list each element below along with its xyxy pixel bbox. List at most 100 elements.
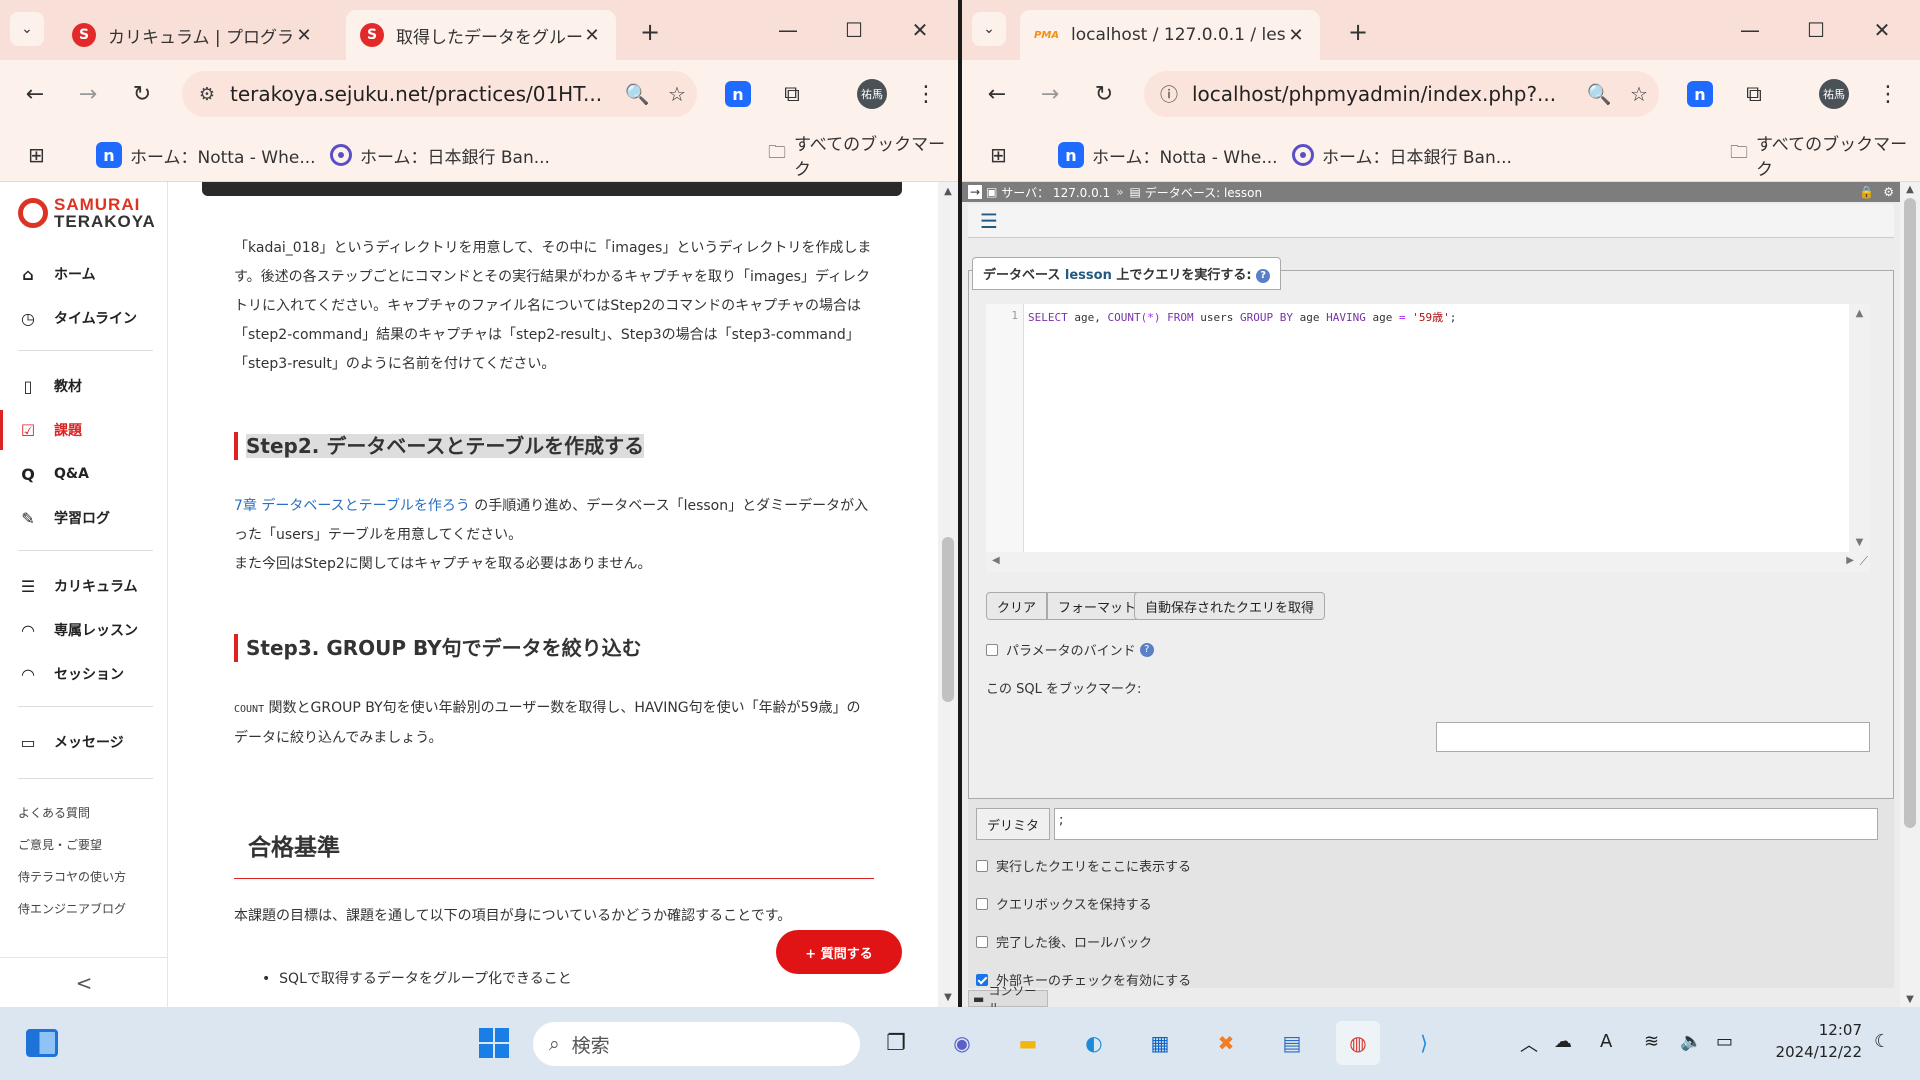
maximize-button[interactable]: ☐ [1788,10,1844,50]
help-icon[interactable]: ? [1139,642,1154,657]
teams-chat-icon[interactable]: ◉ [940,1021,984,1065]
site-info-icon[interactable]: ⓘ [1152,77,1186,111]
link-blog[interactable]: 侍エンジニアブログ [18,900,126,917]
reload-button[interactable]: ↻ [1084,74,1124,114]
apps-icon[interactable]: ⊞ [28,140,45,170]
ime-indicator[interactable]: A [1600,1031,1612,1052]
link-chapter7[interactable]: 7章 データベースとテーブルを作ろう [234,498,470,514]
sidebar-item-qa[interactable]: Q Q&A [0,454,168,494]
widgets-icon[interactable] [20,1021,64,1065]
resize-handle-icon[interactable]: ⟋ [1860,554,1868,569]
address-bar[interactable]: ⚙ terakoya.sejuku.net/practices/01HT... … [182,71,697,117]
bookmark-boj[interactable]: ホーム：日本銀行 Ban... [330,140,550,170]
address-bar[interactable]: ⓘ localhost/phpmyadmin/index.php?... 🔍 ☆ [1144,71,1659,117]
notta-extension-icon[interactable]: n [1680,74,1720,114]
all-bookmarks[interactable]: 🗀 すべてのブックマーク [1730,135,1920,180]
all-bookmarks[interactable]: 🗀 すべてのブックマーク [768,135,958,180]
sidebar-item-session[interactable]: ◠ セッション [0,654,168,694]
minimize-button[interactable]: — [760,10,816,50]
profile-avatar[interactable]: 祐馬 [1814,74,1854,114]
bookmark-boj[interactable]: ホーム：日本銀行 Ban... [1292,140,1512,170]
onedrive-icon[interactable]: ☁ [1554,1031,1572,1052]
forward-button[interactable]: → [1030,74,1070,114]
sidebar-item-curriculum[interactable]: ☰ カリキュラム [0,566,168,606]
page-scrollbar[interactable]: ▲ ▼ [1900,182,1920,1007]
tab-grouping[interactable]: S 取得したデータをグループ化しよう ✕ [346,10,616,60]
extensions-icon[interactable]: ⧉ [772,74,812,114]
tab-phpmyadmin[interactable]: PMA localhost / 127.0.0.1 / lesson | php… [1020,10,1320,60]
link-feedback[interactable]: ご意見・ご要望 [18,836,102,853]
bookmark-input[interactable] [1436,722,1870,752]
new-tab-button[interactable]: + [1338,14,1378,50]
close-tab-icon[interactable]: ✕ [582,25,602,46]
back-button[interactable]: ← [977,74,1017,114]
format-button[interactable]: フォーマット [1047,592,1148,620]
autosave-query-button[interactable]: 自動保存されたクエリを取得 [1134,592,1326,620]
profile-avatar[interactable]: 祐馬 [852,74,892,114]
clear-button[interactable]: クリア [986,592,1048,620]
help-icon[interactable]: ? [1256,268,1271,283]
bookmark-star-icon[interactable]: ☆ [657,82,697,106]
editor-horizontal-scrollbar[interactable]: ◀ ▶ ⟋ [986,552,1870,572]
close-tab-icon[interactable]: ✕ [294,25,314,46]
samurai-terakoya-logo[interactable]: SAMURAI TERAKOYA [18,196,156,230]
bookmark-notta[interactable]: n ホーム：Notta - Whe... [96,140,316,170]
minimize-button[interactable]: — [1722,10,1778,50]
sidebar-item-assignments[interactable]: ☑ 課題 [0,410,168,450]
sql-query-text[interactable]: SELECT age, COUNT(*) FROM users GROUP BY… [1028,309,1456,325]
forward-button[interactable]: → [68,74,108,114]
tab-curriculum[interactable]: S カリキュラム | プログラミング学習 ✕ [58,10,328,60]
console-tab[interactable]: ▬コンソール [968,984,1048,1007]
bind-params-checkbox[interactable]: パラメータのバインド ? [986,640,1154,659]
tab-search-button[interactable]: ⌄ [972,12,1006,46]
reload-button[interactable]: ↻ [122,74,162,114]
clock[interactable]: 12:07 2024/12/22 [1752,1019,1862,1063]
menu-icon[interactable]: ⋮ [1868,74,1908,114]
battery-icon[interactable]: ▭ [1716,1031,1733,1052]
start-button-icon[interactable] [472,1021,516,1065]
lock-icon[interactable]: 🔒 [1859,185,1874,199]
wifi-icon[interactable]: ≋ [1644,1031,1659,1052]
tab-search-button[interactable]: ⌄ [10,12,44,46]
delimiter-input[interactable]: ; [1054,808,1878,840]
extensions-icon[interactable]: ⧉ [1734,74,1774,114]
file-explorer-icon[interactable]: ▬ [1006,1021,1050,1065]
chrome-icon[interactable]: ◍ [1336,1021,1380,1065]
microsoft-store-icon[interactable]: ▦ [1138,1021,1182,1065]
close-window-button[interactable]: ✕ [1854,10,1910,50]
apps-icon[interactable]: ⊞ [990,140,1007,170]
bookmark-star-icon[interactable]: ☆ [1619,82,1659,106]
hamburger-menu-icon[interactable]: ☰ [976,209,1002,233]
breadcrumb-server[interactable]: サーバ： 127.0.0.1 [1001,184,1110,201]
back-button[interactable]: ← [15,74,55,114]
xampp-icon[interactable]: ✖ [1204,1021,1248,1065]
collapse-sidebar-button[interactable]: < [0,957,168,1007]
volume-icon[interactable]: 🔈 [1680,1031,1702,1052]
page-scrollbar[interactable]: ▲ ▼ [938,182,958,1007]
sidebar-item-lesson[interactable]: ◠ 専属レッスン [0,610,168,650]
sidebar-item-log[interactable]: ✎ 学習ログ [0,498,168,538]
sidebar-item-message[interactable]: ▭ メッセージ [0,722,168,762]
task-view-icon[interactable]: ❐ [874,1021,918,1065]
edge-browser-icon[interactable]: ◐ [1072,1021,1116,1065]
vscode-icon[interactable]: ⟩ [1402,1021,1446,1065]
close-window-button[interactable]: ✕ [892,10,948,50]
notta-extension-icon[interactable]: n [718,74,758,114]
zoom-search-icon[interactable]: 🔍 [1579,82,1619,106]
bookmark-notta[interactable]: n ホーム：Notta - Whe... [1058,140,1278,170]
link-faq[interactable]: よくある質問 [18,804,90,821]
sql-editor[interactable]: 1 SELECT age, COUNT(*) FROM users GROUP … [986,304,1849,552]
site-info-icon[interactable]: ⚙ [190,77,224,111]
sidebar-item-home[interactable]: ⌂ ホーム [0,254,168,294]
maximize-button[interactable]: ☐ [826,10,882,50]
notepad-icon[interactable]: ▤ [1270,1021,1314,1065]
sidebar-item-materials[interactable]: ▯ 教材 [0,366,168,406]
checkbox[interactable] [986,643,998,656]
show-hidden-icons-icon[interactable]: ︿ [1520,1031,1538,1057]
scrollbar-thumb[interactable] [942,537,954,702]
editor-vertical-scrollbar[interactable]: ▲ ▼ [1849,304,1870,552]
rollback-checkbox[interactable]: 完了した後、ロールバック [976,932,1152,951]
do-not-disturb-icon[interactable]: ☾ [1874,1031,1890,1052]
retain-query-box-checkbox[interactable]: クエリボックスを保持する [976,894,1152,913]
breadcrumb-database[interactable]: データベース: lesson [1145,184,1262,201]
